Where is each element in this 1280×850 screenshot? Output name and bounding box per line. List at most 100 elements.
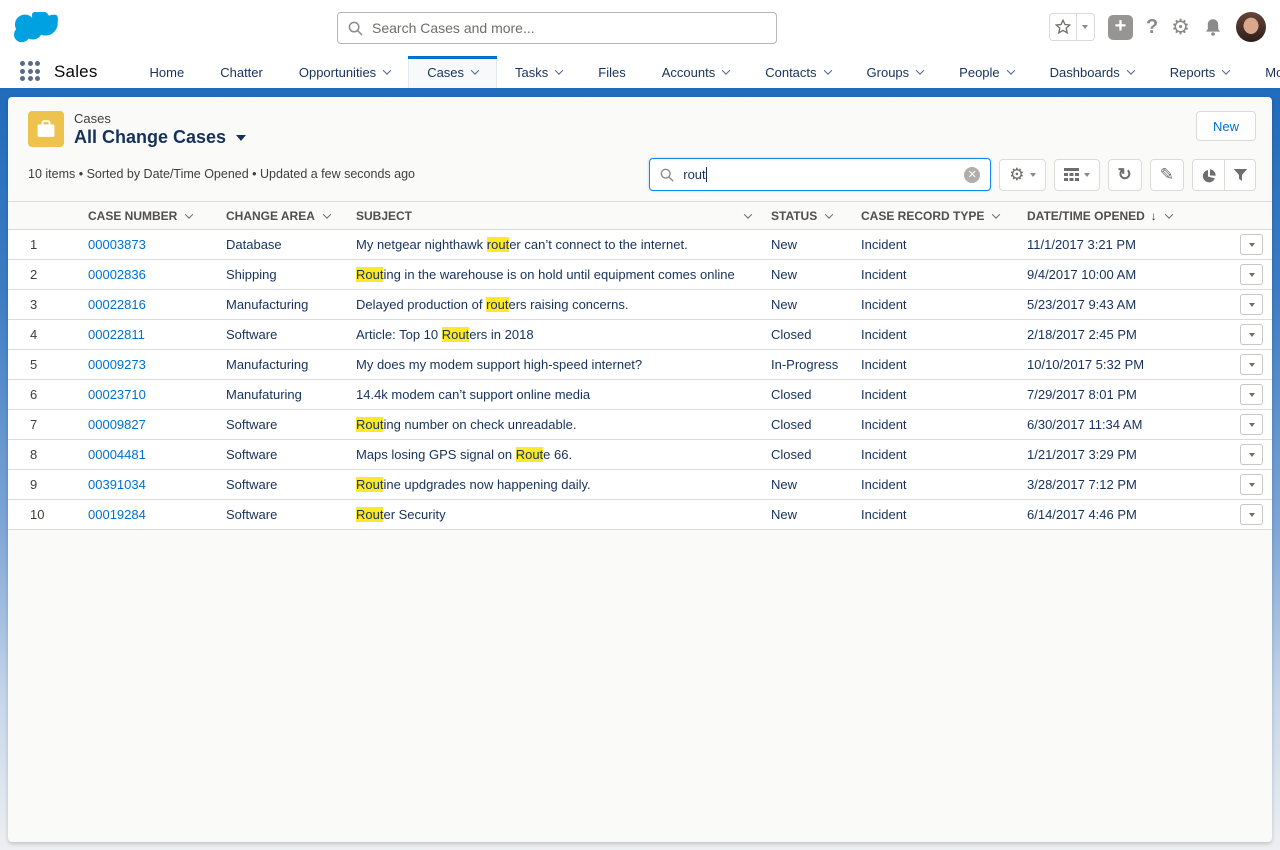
object-label: Cases	[74, 111, 246, 126]
search-highlight: Rout	[356, 417, 383, 432]
nav-item-dashboards[interactable]: Dashboards	[1032, 56, 1152, 88]
table-row: 6 00023710 Manufaturing 14.4k modem can’…	[8, 380, 1272, 410]
case-number-link[interactable]: 00391034	[88, 477, 146, 492]
row-actions-button[interactable]	[1240, 294, 1263, 315]
nav-item-tasks[interactable]: Tasks	[497, 56, 580, 88]
clear-search-icon[interactable]: ✕	[964, 167, 980, 183]
help-icon[interactable]: ?	[1146, 16, 1158, 39]
chevron-down-icon	[823, 66, 831, 74]
filter-button[interactable]	[1224, 160, 1255, 190]
row-actions-button[interactable]	[1240, 354, 1263, 375]
case-number-link[interactable]: 00019284	[88, 507, 146, 522]
cases-object-icon	[28, 111, 64, 147]
chevron-down-icon	[185, 210, 193, 218]
status-cell: Closed	[761, 327, 851, 342]
nav-item-contacts[interactable]: Contacts	[747, 56, 848, 88]
list-search-value: rout	[683, 167, 705, 182]
case-number-link[interactable]: 00022811	[88, 327, 145, 342]
column-header-case-number[interactable]: CASE NUMBER	[78, 202, 216, 229]
status-cell: New	[761, 507, 851, 522]
subject-cell: Delayed production of routers raising co…	[346, 297, 761, 312]
table-row: 3 00022816 Manufacturing Delayed product…	[8, 290, 1272, 320]
case-number-link[interactable]: 00004481	[88, 447, 146, 462]
search-highlight: Rout	[356, 477, 383, 492]
status-cell: New	[761, 477, 851, 492]
refresh-button[interactable]: ↻	[1108, 159, 1142, 191]
case-number-link[interactable]: 00003873	[88, 237, 146, 252]
star-icon[interactable]	[1050, 14, 1076, 40]
app-name: Sales	[54, 56, 98, 88]
favorites-button[interactable]	[1049, 13, 1095, 41]
row-actions-button[interactable]	[1240, 444, 1263, 465]
nav-item-reports[interactable]: Reports	[1152, 56, 1248, 88]
nav-item-people[interactable]: People	[941, 56, 1031, 88]
charts-button[interactable]	[1193, 160, 1224, 190]
list-view-controls-button[interactable]: ⚙	[999, 159, 1045, 191]
list-view-selector[interactable]: All Change Cases	[74, 127, 246, 148]
case-number-link[interactable]: 00023710	[88, 387, 146, 402]
nav-item-opportunities[interactable]: Opportunities	[281, 56, 408, 88]
chevron-down-icon	[383, 66, 391, 74]
record-type-cell: Incident	[851, 477, 1017, 492]
subject-cell: 14.4k modem can’t support online media	[346, 387, 761, 402]
column-header-status[interactable]: STATUS	[761, 202, 851, 229]
gear-icon: ⚙	[1009, 166, 1024, 183]
chevron-down-icon	[1006, 66, 1014, 74]
opened-cell: 6/14/2017 4:46 PM	[1017, 507, 1230, 522]
refresh-icon: ↻	[1118, 166, 1132, 183]
change-area-cell: Manufacturing	[216, 357, 346, 372]
table-grid-icon	[1064, 168, 1079, 181]
row-actions-button[interactable]	[1240, 474, 1263, 495]
row-actions-button[interactable]	[1240, 264, 1263, 285]
case-number-link[interactable]: 00009273	[88, 357, 146, 372]
chevron-down-icon	[744, 210, 752, 218]
nav-item-accounts[interactable]: Accounts	[644, 56, 747, 88]
salesforce-logo-icon	[14, 12, 60, 44]
opened-cell: 6/30/2017 11:34 AM	[1017, 417, 1230, 432]
row-actions-button[interactable]	[1240, 324, 1263, 345]
row-number: 2	[8, 267, 78, 282]
row-actions-button[interactable]	[1240, 234, 1263, 255]
opened-cell: 9/4/2017 10:00 AM	[1017, 267, 1230, 282]
nav-item-more[interactable]: More	[1247, 56, 1280, 88]
case-number-link[interactable]: 00009827	[88, 417, 146, 432]
quick-create-icon[interactable]: +	[1108, 15, 1133, 40]
nav-item-chatter[interactable]: Chatter	[202, 56, 281, 88]
status-cell: Closed	[761, 417, 851, 432]
edit-button[interactable]: ✎	[1150, 159, 1184, 191]
user-avatar[interactable]	[1236, 12, 1266, 42]
app-launcher-waffle-icon[interactable]	[20, 61, 40, 83]
favorites-dropdown-icon[interactable]	[1076, 14, 1094, 40]
search-highlight: Rout	[442, 327, 469, 342]
row-actions-button[interactable]	[1240, 414, 1263, 435]
column-header-date-time-opened[interactable]: DATE/TIME OPENED↓	[1017, 202, 1230, 229]
chevron-down-icon	[1127, 66, 1135, 74]
display-as-button[interactable]	[1054, 159, 1100, 191]
column-header-case-record-type[interactable]: CASE RECORD TYPE	[851, 202, 1017, 229]
new-button[interactable]: New	[1196, 111, 1256, 141]
list-view-dropdown-icon[interactable]	[236, 135, 246, 141]
search-icon	[660, 168, 674, 182]
notifications-bell-icon[interactable]	[1203, 17, 1223, 38]
row-actions-button[interactable]	[1240, 384, 1263, 405]
nav-item-cases[interactable]: Cases	[408, 56, 497, 88]
change-area-cell: Manufacturing	[216, 297, 346, 312]
column-header-subject[interactable]: SUBJECT	[346, 202, 761, 229]
row-actions-button[interactable]	[1240, 504, 1263, 525]
record-type-cell: Incident	[851, 507, 1017, 522]
cases-table: CASE NUMBER CHANGE AREA SUBJECT STATUS C…	[8, 201, 1272, 530]
text-cursor	[706, 167, 707, 182]
case-number-link[interactable]: 00002836	[88, 267, 146, 282]
column-header-change-area[interactable]: CHANGE AREA	[216, 202, 346, 229]
case-number-link[interactable]: 00022816	[88, 297, 146, 312]
global-search-input[interactable]	[372, 20, 766, 36]
record-type-cell: Incident	[851, 297, 1017, 312]
setup-gear-icon[interactable]: ⚙	[1171, 17, 1190, 38]
nav-item-groups[interactable]: Groups	[849, 56, 942, 88]
list-search-input[interactable]: rout ✕	[649, 158, 991, 191]
table-row: 8 00004481 Software Maps losing GPS sign…	[8, 440, 1272, 470]
nav-item-files[interactable]: Files	[580, 56, 643, 88]
page-title: All Change Cases	[74, 127, 226, 148]
row-number: 7	[8, 417, 78, 432]
nav-item-home[interactable]: Home	[132, 56, 203, 88]
